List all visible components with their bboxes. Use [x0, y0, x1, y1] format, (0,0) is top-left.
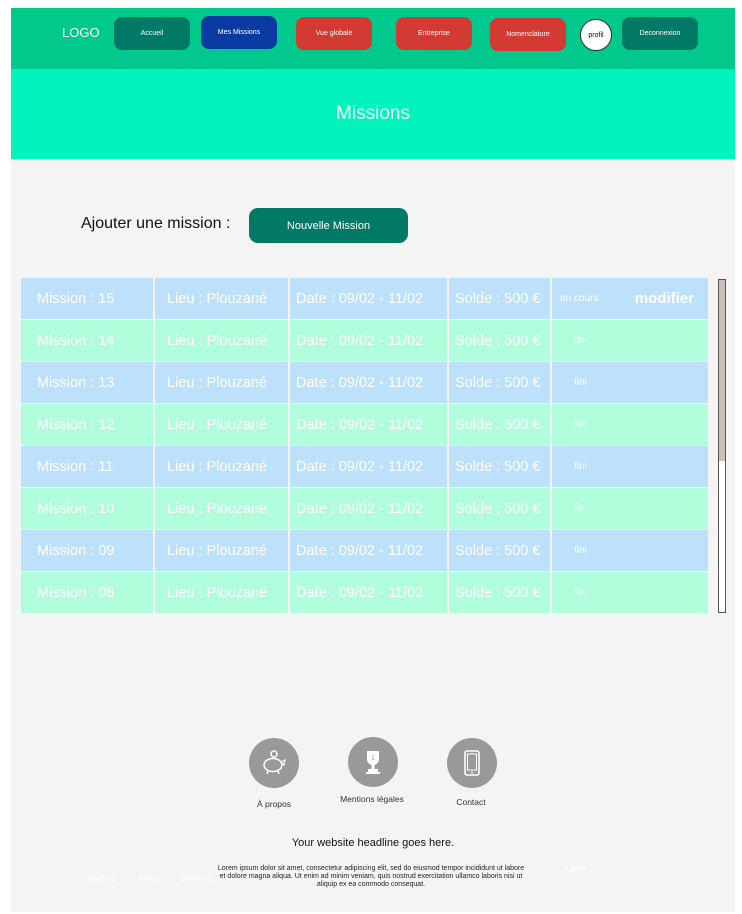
missions-table: Mission : 15 Lieu : Plouzané Date : 09/0… — [21, 278, 708, 614]
lieu-cell: Lieu : Plouzané — [155, 446, 288, 487]
footer-link-products[interactable]: Products — [89, 876, 117, 883]
footer-contact-link[interactable]: Contact — [436, 797, 506, 807]
modifier-button[interactable]: modifier — [635, 290, 694, 307]
solde-cell: Solde : 500 € — [449, 320, 550, 361]
solde-cell: Solde : 500 € — [449, 404, 550, 445]
date-cell: Date : 09/02 - 11/02 — [290, 362, 447, 403]
scrollbar-thumb[interactable] — [719, 280, 725, 461]
tablet-icon[interactable] — [447, 738, 497, 788]
status-cell: en cours modifier — [552, 278, 708, 319]
date-cell: Date : 09/02 - 11/02 — [290, 572, 447, 613]
footer-headline: Your website headline goes here. — [291, 837, 455, 849]
mission-cell: Mission : 13 — [21, 362, 153, 403]
table-row: Mission : 09 Lieu : Plouzané Date : 09/0… — [21, 530, 708, 572]
mission-cell: Mission : 10 — [21, 488, 153, 529]
nav-nomenclature-button[interactable]: Nomenclature — [490, 18, 566, 51]
lieu-cell: Lieu : Plouzané — [155, 404, 288, 445]
lieu-cell: Lieu : Plouzané — [155, 488, 288, 529]
status-cell: fini — [552, 572, 708, 613]
date-cell: Date : 09/02 - 11/02 — [290, 446, 447, 487]
date-cell: Date : 09/02 - 11/02 — [290, 488, 447, 529]
mission-cell: Mission : 14 — [21, 320, 153, 361]
table-row: Mission : 10 Lieu : Plouzané Date : 09/0… — [21, 488, 708, 530]
solde-cell: Solde : 500 € — [449, 530, 550, 571]
footer-mentions-legales-link[interactable]: Mentions légales — [337, 794, 407, 804]
profil-button[interactable]: profil — [580, 19, 612, 51]
footer-link-pricing[interactable]: Pricing — [139, 876, 160, 883]
status-text: en cours — [560, 293, 599, 304]
top-navbar: LOGO Accueil Mes Missions Vue globale En… — [11, 8, 735, 69]
mission-cell: Mission : 15 — [21, 278, 153, 319]
lieu-cell: Lieu : Plouzané — [155, 278, 288, 319]
nav-vue-globale-button[interactable]: Vue globale — [296, 17, 372, 50]
footer-link-solutions[interactable]: Solutions — [181, 876, 210, 883]
footer-link-right[interactable]: Lorem — [566, 866, 586, 873]
lieu-cell: Lieu : Plouzané — [155, 320, 288, 361]
page-title: Missions — [336, 103, 410, 124]
status-cell: fini — [552, 404, 708, 445]
table-row: Mission : 14 Lieu : Plouzané Date : 09/0… — [21, 320, 708, 362]
nav-accueil-button[interactable]: Accueil — [114, 17, 190, 50]
nav-entreprise-button[interactable]: Entreprise — [396, 17, 472, 50]
nav-mes-missions-button[interactable]: Mes Missions — [201, 16, 277, 49]
mission-cell: Mission : 09 — [21, 530, 153, 571]
table-row: Mission : 11 Lieu : Plouzané Date : 09/0… — [21, 446, 708, 488]
status-cell: fini — [552, 488, 708, 529]
date-cell: Date : 09/02 - 11/02 — [290, 404, 447, 445]
trophy-icon[interactable]: 1 — [348, 737, 398, 787]
lieu-cell: Lieu : Plouzané — [155, 530, 288, 571]
mission-cell: Mission : 08 — [21, 572, 153, 613]
page: LOGO Accueil Mes Missions Vue globale En… — [11, 8, 735, 912]
solde-cell: Solde : 500 € — [449, 488, 550, 529]
new-mission-button[interactable]: Nouvelle Mission — [249, 208, 408, 243]
page-header-band: Missions — [11, 69, 735, 159]
add-mission-label: Ajouter une mission : — [81, 215, 231, 232]
solde-cell: Solde : 500 € — [449, 362, 550, 403]
status-cell: fini — [552, 530, 708, 571]
date-cell: Date : 09/02 - 11/02 — [290, 278, 447, 319]
nav-deconnexion-button[interactable]: Deconnexion — [622, 17, 698, 50]
status-cell: fini — [552, 320, 708, 361]
date-cell: Date : 09/02 - 11/02 — [290, 530, 447, 571]
svg-text:1: 1 — [371, 755, 375, 762]
date-cell: Date : 09/02 - 11/02 — [290, 320, 447, 361]
logo: LOGO — [62, 25, 100, 40]
table-row: Mission : 15 Lieu : Plouzané Date : 09/0… — [21, 278, 708, 320]
footer-a-propos-link[interactable]: À propos — [239, 799, 309, 809]
table-row: Mission : 12 Lieu : Plouzané Date : 09/0… — [21, 404, 708, 446]
footer-lorem-text: Lorem ipsum dolor sit amet, consectetur … — [217, 865, 525, 888]
piggy-bank-icon[interactable] — [249, 738, 299, 788]
solde-cell: Solde : 500 € — [449, 278, 550, 319]
lieu-cell: Lieu : Plouzané — [155, 362, 288, 403]
solde-cell: Solde : 500 € — [449, 572, 550, 613]
table-row: Mission : 08 Lieu : Plouzané Date : 09/0… — [21, 572, 708, 614]
lieu-cell: Lieu : Plouzané — [155, 572, 288, 613]
table-row: Mission : 13 Lieu : Plouzané Date : 09/0… — [21, 362, 708, 404]
status-cell: fini — [552, 362, 708, 403]
table-scrollbar[interactable] — [718, 279, 726, 613]
solde-cell: Solde : 500 € — [449, 446, 550, 487]
mission-cell: Mission : 12 — [21, 404, 153, 445]
status-cell: fini — [552, 446, 708, 487]
mission-cell: Mission : 11 — [21, 446, 153, 487]
